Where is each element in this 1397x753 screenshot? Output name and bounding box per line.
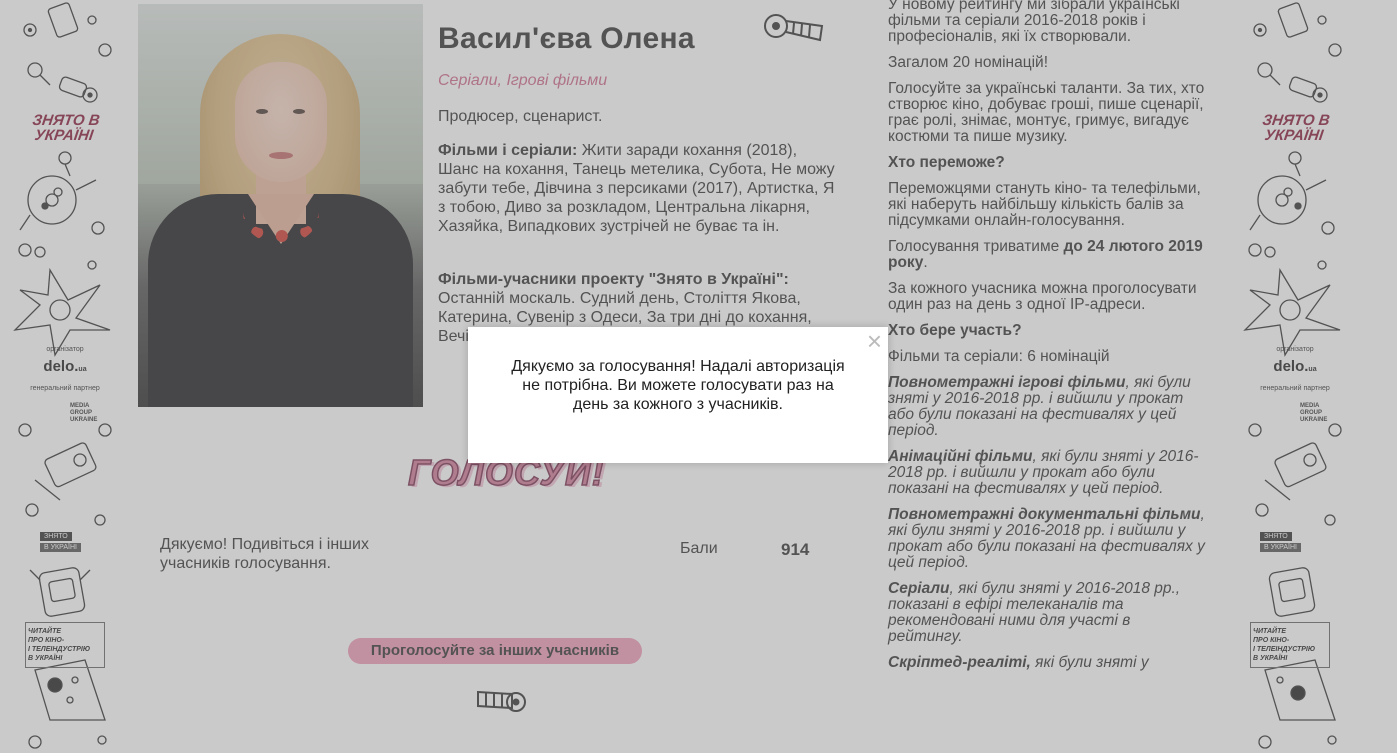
- vote-confirmation-dialog: × Дякуємо за голосування! Надалі авториз…: [468, 327, 888, 463]
- dialog-message: Дякуємо за голосування! Надалі авторизац…: [511, 358, 845, 413]
- close-icon[interactable]: ×: [867, 327, 882, 355]
